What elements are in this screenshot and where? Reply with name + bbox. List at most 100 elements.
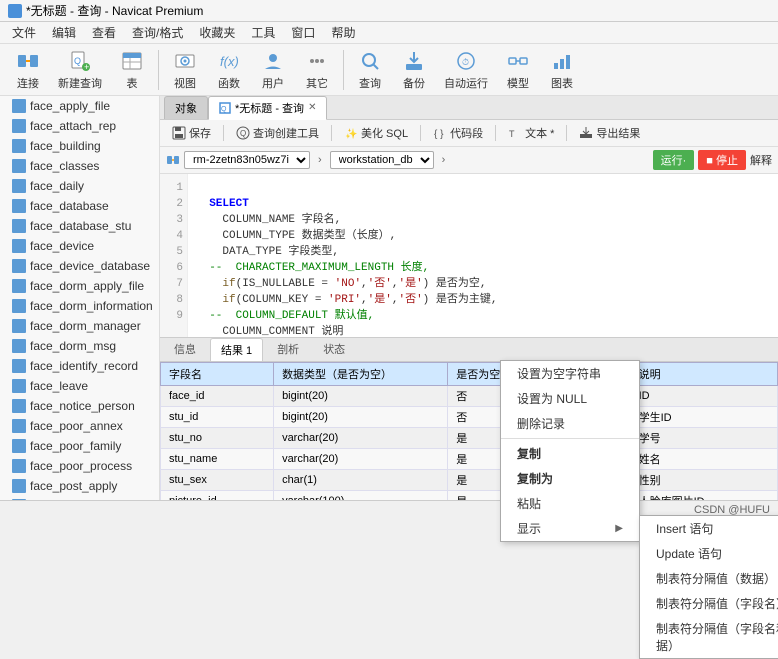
sidebar-item-face-device[interactable]: face_device — [0, 236, 159, 256]
cell-comment: 姓名 — [630, 448, 777, 469]
toolbar-user[interactable]: 用户 — [253, 45, 293, 95]
toolbar-autorun-label: 自动运行 — [444, 75, 488, 91]
sidebar-item-face-poor-annex[interactable]: face_poor_annex — [0, 416, 159, 436]
sidebar-item-face-poor-process[interactable]: face_poor_process — [0, 456, 159, 476]
main-layout: face_apply_file face_attach_rep face_bui… — [0, 96, 778, 500]
sidebar-item-face-dorm-manager[interactable]: face_dorm_manager — [0, 316, 159, 336]
sidebar-item-face-poor-family[interactable]: face_poor_family — [0, 436, 159, 456]
svg-text:Q: Q — [221, 106, 227, 113]
sidebar-item-face-apply-file[interactable]: face_apply_file — [0, 96, 159, 116]
table-row[interactable]: face_id bigint(20) 否 是 ID — [161, 385, 778, 406]
submenu-tab-field[interactable]: 制表符分隔值（字段名） — [640, 591, 778, 616]
tab-object[interactable]: 对象 — [164, 96, 208, 119]
result-tab-info[interactable]: 信息 — [164, 338, 206, 360]
toolbar-query-label: 查询 — [359, 75, 381, 91]
toolbar-new-query[interactable]: Q+ 新建查询 — [52, 45, 108, 95]
sidebar-item-face-database[interactable]: face_database — [0, 196, 159, 216]
toolbar-table-label: 表 — [127, 75, 138, 91]
connection-select[interactable]: rm-2zetn83n05wz7i — [184, 151, 310, 169]
sidebar-item-face-post-employment[interactable]: face_post_employment — [0, 496, 159, 500]
table-row[interactable]: stu_no varchar(20) 是 否 学号 — [161, 427, 778, 448]
snippet-label: 代码段 — [450, 125, 483, 141]
sidebar-item-face-daily[interactable]: face_daily — [0, 176, 159, 196]
toolbar-table[interactable]: 表 — [112, 45, 152, 95]
menu-view[interactable]: 查看 — [84, 22, 124, 43]
sidebar-item-face-leave[interactable]: face_leave — [0, 376, 159, 396]
submenu-tab-data[interactable]: 制表符分隔值（数据） — [640, 566, 778, 591]
wizard-label: 查询创建工具 — [253, 125, 319, 141]
sidebar-item-face-building[interactable]: face_building — [0, 136, 159, 156]
tab-close-button[interactable]: ✕ — [308, 102, 316, 113]
db-arrow: › — [438, 154, 450, 166]
sidebar-item-face-dorm-msg[interactable]: face_dorm_msg — [0, 336, 159, 356]
sidebar-item-face-classes[interactable]: face_classes — [0, 156, 159, 176]
toolbar-model[interactable]: 模型 — [498, 45, 538, 95]
ctx-delete-record[interactable]: 删除记录 — [501, 411, 639, 436]
result-tab-status[interactable]: 状态 — [313, 338, 355, 360]
tab-bar: 对象 Q *无标题 - 查询 ✕ — [160, 96, 778, 120]
sidebar-item-face-dorm-information[interactable]: face_dorm_information — [0, 296, 159, 316]
ctx-copy-as[interactable]: 复制为 — [501, 466, 639, 491]
app-icon — [8, 4, 22, 18]
result-tabs: 信息 结果 1 剖析 状态 — [160, 338, 778, 362]
ctx-set-null[interactable]: 设置为 NULL — [501, 386, 639, 411]
snippet-icon: { } — [433, 126, 447, 140]
sidebar-item-face-dorm-apply-file[interactable]: face_dorm_apply_file — [0, 276, 159, 296]
export-button[interactable]: 导出结果 — [573, 123, 646, 143]
save-button[interactable]: 保存 — [166, 123, 217, 143]
table-row[interactable]: stu_id bigint(20) 否 否 学生ID — [161, 406, 778, 427]
sidebar-item-face-database-stu[interactable]: face_database_stu — [0, 216, 159, 236]
toolbar-connect[interactable]: 连接 — [8, 45, 48, 95]
menu-favorites[interactable]: 收藏夹 — [191, 22, 243, 43]
sidebar-item-face-attach-rep[interactable]: face_attach_rep — [0, 116, 159, 136]
toolbar-view[interactable]: 视图 — [165, 45, 205, 95]
run-button[interactable]: 运行· — [653, 150, 695, 170]
cell-field: stu_no — [161, 427, 274, 448]
stop-button[interactable]: ■ 停止 — [698, 150, 746, 170]
table-row[interactable]: stu_sex char(1) 是 否 性别 — [161, 469, 778, 490]
sql-content[interactable]: SELECT COLUMN_NAME 字段名, COLUMN_TYPE 数据类型… — [188, 174, 778, 337]
toolbar-backup[interactable]: 备份 — [394, 45, 434, 95]
explain-button[interactable]: 解释 — [750, 152, 772, 168]
sidebar-item-face-post-apply[interactable]: face_post_apply — [0, 476, 159, 496]
snippet-button[interactable]: { } 代码段 — [427, 123, 489, 143]
table-row[interactable]: picture_id varchar(100) 是 否 人脸库图片ID — [161, 490, 778, 500]
table-row[interactable]: stu_name varchar(20) 是 否 姓名 — [161, 448, 778, 469]
sidebar-item-face-notice-person[interactable]: face_notice_person — [0, 396, 159, 416]
table-icon — [12, 319, 26, 333]
query-icon — [358, 49, 382, 73]
sidebar: face_apply_file face_attach_rep face_bui… — [0, 96, 160, 500]
toolbar-chart[interactable]: 图表 — [542, 45, 582, 95]
toolbar-function[interactable]: f(x) 函数 — [209, 45, 249, 95]
submenu-update[interactable]: Update 语句 — [640, 541, 778, 566]
wizard-button[interactable]: Q 查询创建工具 — [230, 123, 325, 143]
toolbar-other[interactable]: 其它 — [297, 45, 337, 95]
submenu-tab-both[interactable]: 制表符分隔值（字段名和数据） — [640, 616, 778, 658]
table-icon — [12, 119, 26, 133]
ctx-display[interactable]: 显示 ▶ Insert 语句 Update 语句 制表符分隔值（数据） 制表符分… — [501, 516, 639, 541]
menu-window[interactable]: 窗口 — [283, 22, 323, 43]
submenu-arrow: ▶ — [615, 523, 623, 534]
ctx-copy[interactable]: 复制 — [501, 441, 639, 466]
toolbar-query[interactable]: 查询 — [350, 45, 390, 95]
menu-bar: 文件 编辑 查看 查询/格式 收藏夹 工具 窗口 帮助 — [0, 22, 778, 44]
menu-edit[interactable]: 编辑 — [44, 22, 84, 43]
toolbar: 连接 Q+ 新建查询 表 视图 f(x) 函数 用户 其它 — [0, 44, 778, 96]
menu-tools[interactable]: 工具 — [243, 22, 283, 43]
toolbar-autorun[interactable]: ⏱ 自动运行 — [438, 45, 494, 95]
submenu-insert[interactable]: Insert 语句 — [640, 516, 778, 541]
result-tab-profile[interactable]: 剖析 — [267, 338, 309, 360]
sidebar-item-face-identify-record[interactable]: face_identify_record — [0, 356, 159, 376]
sidebar-item-face-device-database[interactable]: face_device_database — [0, 256, 159, 276]
table-icon — [12, 139, 26, 153]
menu-help[interactable]: 帮助 — [323, 22, 363, 43]
database-select[interactable]: workstation_db — [330, 151, 434, 169]
ctx-paste[interactable]: 粘贴 — [501, 491, 639, 516]
ctx-set-empty-string[interactable]: 设置为空字符串 — [501, 361, 639, 386]
menu-query-format[interactable]: 查询/格式 — [124, 22, 191, 43]
tab-query[interactable]: Q *无标题 - 查询 ✕ — [208, 96, 327, 120]
menu-file[interactable]: 文件 — [4, 22, 44, 43]
result-tab-result[interactable]: 结果 1 — [210, 338, 263, 361]
text-mode-button[interactable]: T 文本 * — [502, 123, 560, 143]
beautify-button[interactable]: ✨ 美化 SQL — [338, 123, 414, 143]
